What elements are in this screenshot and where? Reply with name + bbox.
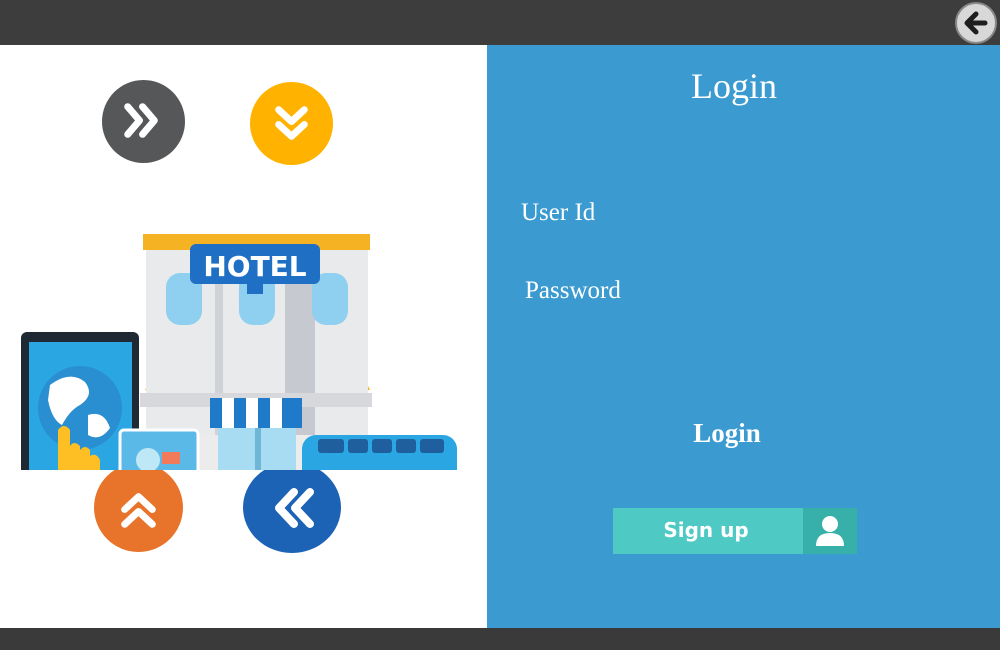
signup-icon-box: [803, 508, 857, 554]
hotel-sign: HOTEL: [203, 250, 306, 283]
bottom-bar: [0, 628, 1000, 650]
signup-label: Sign up: [663, 518, 749, 542]
double-chevron-right-icon: [124, 103, 158, 138]
up-button[interactable]: [94, 463, 183, 552]
double-chevron-up-icon: [121, 493, 156, 528]
user-id-input[interactable]: [647, 197, 951, 235]
login-panel: Login User Id Password Login Sign up: [487, 45, 1000, 628]
hotel-illustration: HOTEL: [21, 234, 457, 470]
password-input[interactable]: [667, 275, 961, 313]
forward-button[interactable]: [102, 80, 185, 163]
top-bar: [0, 0, 1000, 45]
arrow-left-icon: [964, 11, 988, 35]
double-chevron-left-icon: [275, 488, 314, 528]
user-id-label: User Id: [521, 199, 596, 226]
signup-button[interactable]: Sign up: [613, 508, 857, 554]
password-label: Password: [525, 277, 621, 304]
back-nav-button[interactable]: [243, 462, 341, 553]
back-button[interactable]: [955, 2, 997, 44]
illustration-panel: HOTEL: [0, 45, 487, 628]
user-icon: [816, 516, 844, 546]
double-chevron-down-icon: [275, 106, 308, 140]
down-button[interactable]: [250, 82, 333, 165]
login-title: Login: [691, 66, 777, 106]
login-button[interactable]: Login: [657, 413, 797, 453]
